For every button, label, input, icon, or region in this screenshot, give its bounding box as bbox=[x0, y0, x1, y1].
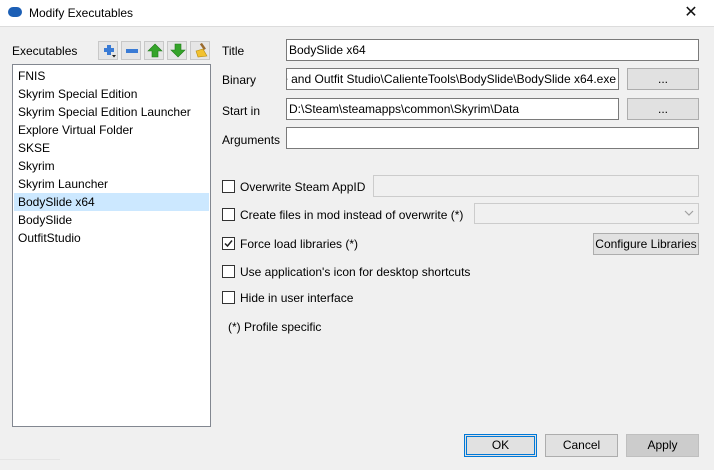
arguments-input[interactable] bbox=[286, 127, 699, 149]
use-app-icon-label: Use application's icon for desktop short… bbox=[240, 265, 471, 279]
add-icon bbox=[104, 45, 116, 58]
profile-specific-note: (*) Profile specific bbox=[228, 320, 322, 334]
clean-icon bbox=[195, 43, 208, 58]
start-in-label: Start in bbox=[222, 104, 261, 118]
steam-appid-input[interactable] bbox=[373, 175, 699, 197]
hide-in-ui-label: Hide in user interface bbox=[240, 291, 354, 305]
force-load-libraries-checkbox[interactable] bbox=[222, 237, 235, 250]
title-label: Title bbox=[222, 44, 245, 58]
title-input[interactable]: BodySlide x64 bbox=[286, 39, 699, 61]
clean-button[interactable] bbox=[190, 41, 210, 60]
cancel-button[interactable]: Cancel bbox=[545, 434, 618, 457]
list-item-bodyslide-x64[interactable]: BodySlide x64 bbox=[14, 193, 209, 211]
start-in-input[interactable]: D:\Steam\steamapps\common\Skyrim\Data bbox=[286, 98, 619, 120]
close-button[interactable]: ✕ bbox=[668, 0, 714, 26]
list-item-bodyslide[interactable]: BodySlide bbox=[14, 211, 209, 229]
list-item-skyrim-launcher[interactable]: Skyrim Launcher bbox=[14, 175, 209, 193]
executables-label: Executables bbox=[12, 44, 78, 58]
checkmark-icon bbox=[224, 240, 233, 248]
list-item-outfitstudio[interactable]: OutfitStudio bbox=[14, 229, 209, 247]
move-up-icon bbox=[147, 43, 163, 58]
hide-in-ui-checkbox[interactable] bbox=[222, 291, 235, 304]
move-up-button[interactable] bbox=[144, 41, 164, 60]
move-down-icon bbox=[170, 43, 186, 58]
executables-list[interactable]: FNIS Skyrim Special Edition Skyrim Speci… bbox=[12, 64, 211, 427]
title-bar: Modify Executables ✕ bbox=[0, 0, 714, 27]
overwrite-steam-appid-label: Overwrite Steam AppID bbox=[240, 180, 366, 194]
binary-browse-button[interactable]: ... bbox=[627, 68, 699, 90]
move-down-button[interactable] bbox=[167, 41, 187, 60]
list-item-explore-virtual-folder[interactable]: Explore Virtual Folder bbox=[14, 121, 209, 139]
app-icon bbox=[8, 7, 22, 17]
binary-path: e and Outfit Studio\CalienteTools\BodySl… bbox=[286, 72, 616, 86]
create-files-in-mod-checkbox[interactable] bbox=[222, 208, 235, 221]
ok-button[interactable]: OK bbox=[464, 434, 537, 457]
binary-label: Binary bbox=[222, 73, 257, 87]
start-in-browse-button[interactable]: ... bbox=[627, 98, 699, 120]
configure-libraries-button[interactable]: Configure Libraries bbox=[593, 233, 699, 255]
arguments-label: Arguments bbox=[222, 133, 281, 147]
list-item-skse[interactable]: SKSE bbox=[14, 139, 209, 157]
force-load-libraries-label: Force load libraries (*) bbox=[240, 237, 359, 251]
binary-input[interactable]: e and Outfit Studio\CalienteTools\BodySl… bbox=[286, 68, 619, 90]
list-item-skyrim-special-edition[interactable]: Skyrim Special Edition bbox=[14, 85, 209, 103]
add-button[interactable] bbox=[98, 41, 118, 60]
remove-icon bbox=[126, 49, 138, 53]
list-item-skyrim-se-launcher[interactable]: Skyrim Special Edition Launcher bbox=[14, 103, 209, 121]
use-app-icon-checkbox[interactable] bbox=[222, 265, 235, 278]
remove-button[interactable] bbox=[121, 41, 141, 60]
window-bottom-edge bbox=[0, 459, 60, 470]
overwrite-steam-appid-checkbox[interactable] bbox=[222, 180, 235, 193]
list-item-fnis[interactable]: FNIS bbox=[14, 67, 209, 85]
create-files-in-mod-label: Create files in mod instead of overwrite… bbox=[240, 208, 464, 222]
apply-button[interactable]: Apply bbox=[626, 434, 699, 457]
create-files-mod-select[interactable] bbox=[474, 203, 699, 224]
list-item-skyrim[interactable]: Skyrim bbox=[14, 157, 209, 175]
window-title: Modify Executables bbox=[29, 6, 134, 20]
chevron-down-icon bbox=[684, 210, 694, 216]
